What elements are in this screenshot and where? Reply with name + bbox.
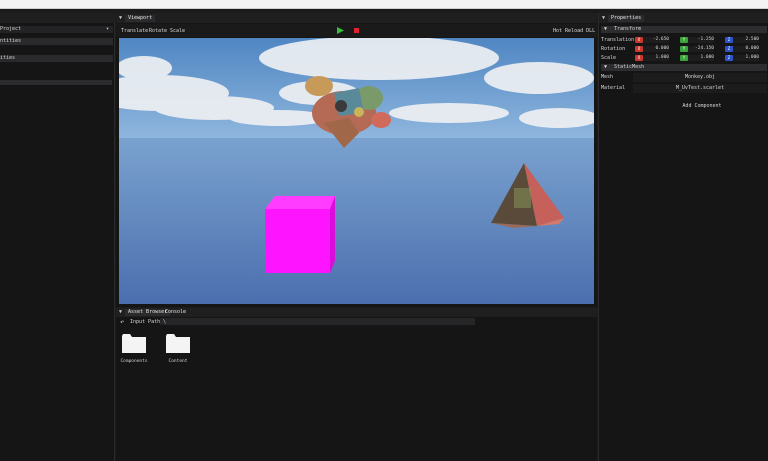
translate-button[interactable]: Translate	[121, 28, 148, 34]
collapse-triangle-icon[interactable]: ▼	[119, 15, 122, 21]
hot-reload-button[interactable]: Hot Reload DLL	[553, 28, 595, 34]
tab-viewport[interactable]: Viewport	[125, 15, 156, 22]
scene-view[interactable]	[119, 38, 594, 304]
scale-y-field[interactable]: 1.000	[688, 55, 714, 61]
section-label: ities	[0, 55, 16, 61]
scale-label: Scale	[601, 55, 617, 61]
scene-hierarchy-panel: Project ▾ ntities ities	[0, 13, 115, 461]
scale-z-field[interactable]: 1.000	[733, 55, 759, 61]
folder-label[interactable]: Components	[114, 359, 154, 364]
asset-browser-panel: ▼ Asset Browser Console ↶ Input Path: \ …	[116, 308, 597, 461]
z-axis-badge: Z	[725, 37, 733, 43]
translation-x-field[interactable]: -2.650	[643, 37, 669, 43]
entities-label: ntities	[0, 38, 22, 44]
add-component-button[interactable]: Add Component	[659, 102, 745, 110]
transform-header[interactable]: ▼ Transform	[601, 26, 767, 33]
collapse-triangle-icon[interactable]: ▼	[119, 309, 122, 315]
z-axis-badge: Z	[725, 46, 733, 52]
back-arrow-icon[interactable]: ↶	[120, 318, 124, 326]
x-axis-badge: X	[635, 55, 643, 61]
scale-x-field[interactable]: 1.000	[643, 55, 669, 61]
rotation-x-field[interactable]: 0.000	[643, 46, 669, 52]
material-field[interactable]: M_UvTest.scarlet	[633, 84, 767, 93]
z-axis-badge: Z	[725, 55, 733, 61]
stop-icon[interactable]	[354, 28, 359, 33]
collapse-triangle-icon: ▼	[604, 64, 608, 70]
mesh-field[interactable]: Monkey.obj	[633, 73, 767, 82]
y-axis-badge: Y	[680, 46, 688, 52]
viewport-toolbar: Translate Rotate Scale Hot Reload DLL	[116, 24, 597, 37]
folder-label[interactable]: Content	[158, 359, 198, 364]
x-axis-badge: X	[635, 37, 643, 43]
translation-y-field[interactable]: -1.250	[688, 37, 714, 43]
rotation-label: Rotation	[601, 46, 626, 52]
folder-icon[interactable]	[166, 333, 190, 353]
material-label: Material	[601, 85, 626, 91]
entity-list-row[interactable]	[0, 80, 112, 85]
viewport-panel: ▼ Viewport Translate Rotate Scale Hot Re…	[116, 13, 597, 307]
project-label: Project	[0, 26, 22, 32]
input-path-field[interactable]: \	[160, 318, 475, 325]
collapse-triangle-icon: ▼	[604, 26, 608, 32]
tab-properties[interactable]: Properties	[608, 15, 645, 22]
input-path-label: Input Path:	[130, 319, 164, 325]
chevron-down-icon: ▾	[105, 26, 109, 32]
translation-label: Translation	[601, 37, 635, 43]
section-header[interactable]: ities	[0, 55, 113, 62]
magenta-cube[interactable]	[265, 196, 335, 273]
translation-z-field[interactable]: 2.500	[733, 37, 759, 43]
mesh-label: Mesh	[601, 74, 614, 80]
rotation-z-field[interactable]: 0.000	[733, 46, 759, 52]
static-mesh-header[interactable]: ▼ StaticMesh	[601, 64, 767, 71]
collapse-triangle-icon[interactable]: ▼	[602, 15, 605, 21]
y-axis-badge: Y	[680, 37, 688, 43]
rotation-y-field[interactable]: -24.150	[688, 46, 714, 52]
scale-button[interactable]: Scale	[170, 28, 185, 34]
properties-panel: ▼ Properties ▼ Transform Translation X -…	[598, 13, 768, 461]
entities-header[interactable]: ntities	[0, 38, 113, 45]
window-title-bar	[0, 0, 768, 9]
rotate-button[interactable]: Rotate	[149, 28, 167, 34]
project-selector[interactable]: Project ▾	[0, 26, 113, 33]
play-icon[interactable]	[337, 27, 344, 34]
folder-icon[interactable]	[122, 333, 146, 353]
tab-console[interactable]: Console	[162, 309, 189, 316]
x-axis-badge: X	[635, 46, 643, 52]
y-axis-badge: Y	[680, 55, 688, 61]
